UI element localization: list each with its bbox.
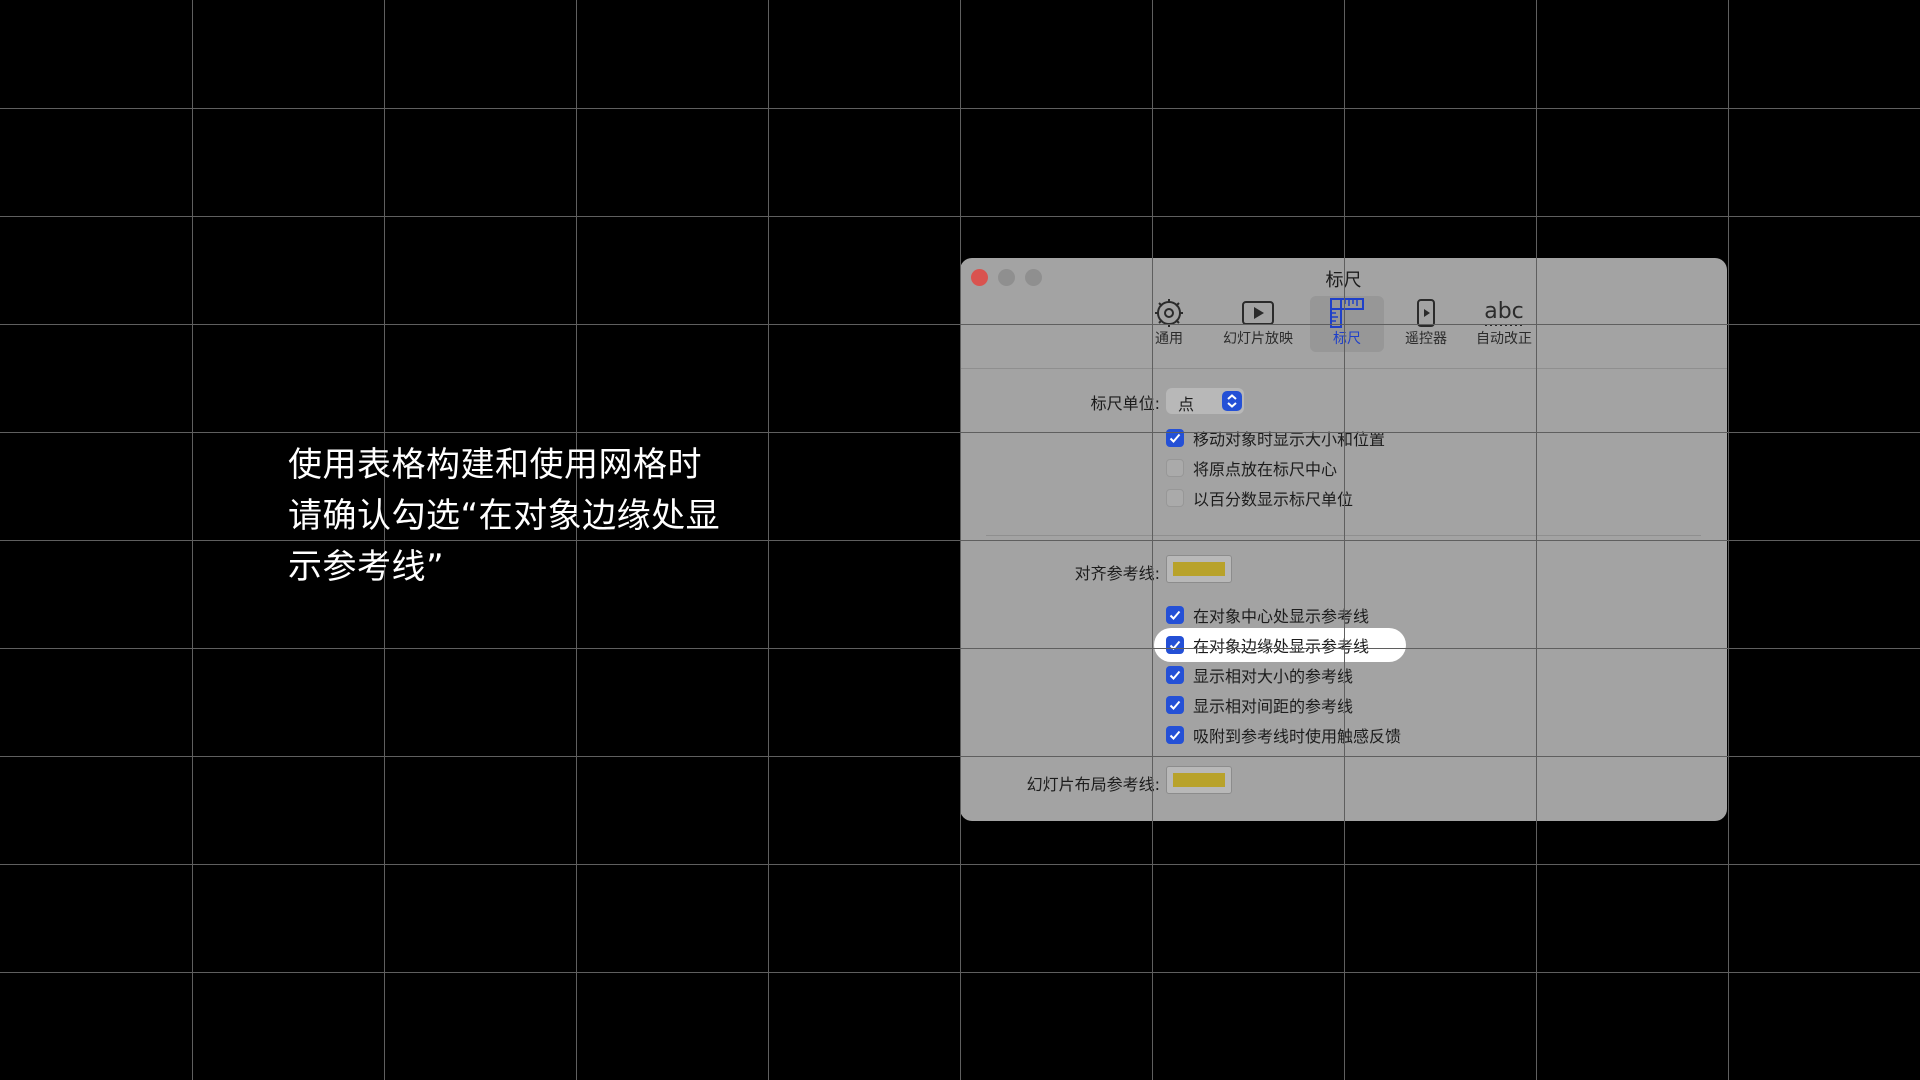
ruler-preferences-window: 标尺 通用 幻灯片放映 标尺 遥控器 abc 自动改正 标尺单位: 点 移动对象… [960, 258, 1727, 821]
preferences-toolbar: 通用 幻灯片放映 标尺 遥控器 abc 自动改正 [960, 296, 1727, 352]
option-haptic-feedback[interactable]: 吸附到参考线时使用触感反馈 [1166, 724, 1401, 746]
checkbox-checked[interactable] [1166, 429, 1184, 447]
tab-rulers-label: 标尺 [1333, 331, 1361, 347]
tab-general-label: 通用 [1155, 331, 1183, 347]
tab-slideshow[interactable]: 幻灯片放映 [1218, 296, 1298, 352]
option-label: 移动对象时显示大小和位置 [1193, 430, 1386, 449]
abc-icon: abc [1484, 299, 1524, 326]
caption-line: 示参考线” [288, 547, 445, 587]
option-origin-center[interactable]: 将原点放在标尺中心 [1166, 457, 1337, 479]
option-label: 显示相对大小的参考线 [1193, 667, 1354, 686]
option-label: 在对象边缘处显示参考线 [1193, 637, 1370, 656]
tab-autocorrect-label: 自动改正 [1476, 331, 1532, 347]
tab-autocorrect[interactable]: abc 自动改正 [1472, 296, 1536, 352]
checkbox-checked[interactable] [1166, 606, 1184, 624]
option-label: 将原点放在标尺中心 [1193, 460, 1338, 479]
ruler-units-label: 标尺单位: [1090, 394, 1160, 413]
checkbox-unchecked[interactable] [1166, 489, 1184, 507]
tab-general[interactable]: 通用 [1148, 296, 1190, 352]
checkbox-checked[interactable] [1166, 666, 1184, 684]
ruler-units-select[interactable]: 点 [1166, 388, 1244, 414]
play-icon [1242, 301, 1274, 325]
caption-line: 请确认勾选“在对象边缘处显 [288, 496, 721, 536]
gear-icon [1155, 299, 1183, 327]
slide-layout-guides-label: 幻灯片布局参考线: [1026, 775, 1160, 794]
remote-icon [1417, 299, 1435, 327]
option-guides-relative-spacing[interactable]: 显示相对间距的参考线 [1166, 694, 1353, 716]
ruler-icon [1330, 298, 1364, 328]
checkbox-unchecked[interactable] [1166, 459, 1184, 477]
option-label: 在对象中心处显示参考线 [1193, 607, 1370, 626]
tab-remote[interactable]: 遥控器 [1398, 296, 1454, 352]
option-label: 显示相对间距的参考线 [1193, 697, 1354, 716]
alignment-guides-color [1173, 562, 1225, 576]
slide-layout-guides-color-well[interactable] [1166, 766, 1232, 794]
caption-line: 使用表格构建和使用网格时 [288, 445, 702, 485]
instruction-caption: 使用表格构建和使用网格时 请确认勾选“在对象边缘处显 示参考线” [288, 440, 768, 593]
chevron-updown-icon [1222, 391, 1242, 411]
option-guides-center[interactable]: 在对象中心处显示参考线 [1166, 604, 1369, 626]
checkbox-checked[interactable] [1166, 726, 1184, 744]
tab-slideshow-label: 幻灯片放映 [1223, 331, 1293, 347]
checkbox-checked[interactable] [1166, 696, 1184, 714]
checkbox-checked[interactable] [1166, 636, 1184, 654]
alignment-guides-color-well[interactable] [1166, 555, 1232, 583]
ruler-units-value: 点 [1178, 395, 1195, 414]
option-label: 以百分数显示标尺单位 [1193, 490, 1354, 509]
window-title: 标尺 [1325, 270, 1362, 291]
slide-layout-guides-color [1173, 773, 1225, 787]
option-guides-relative-size[interactable]: 显示相对大小的参考线 [1166, 664, 1353, 686]
option-label: 吸附到参考线时使用触感反馈 [1193, 727, 1402, 746]
option-show-size-position[interactable]: 移动对象时显示大小和位置 [1166, 427, 1385, 449]
option-percent-units[interactable]: 以百分数显示标尺单位 [1166, 487, 1353, 509]
svg-text:abc: abc [1484, 299, 1524, 324]
tab-remote-label: 遥控器 [1405, 331, 1447, 347]
toolbar-divider [960, 368, 1727, 369]
section-divider [986, 535, 1701, 536]
alignment-guides-label: 对齐参考线: [1074, 564, 1160, 583]
tab-rulers[interactable]: 标尺 [1310, 296, 1384, 352]
option-guides-edges[interactable]: 在对象边缘处显示参考线 [1166, 634, 1369, 656]
